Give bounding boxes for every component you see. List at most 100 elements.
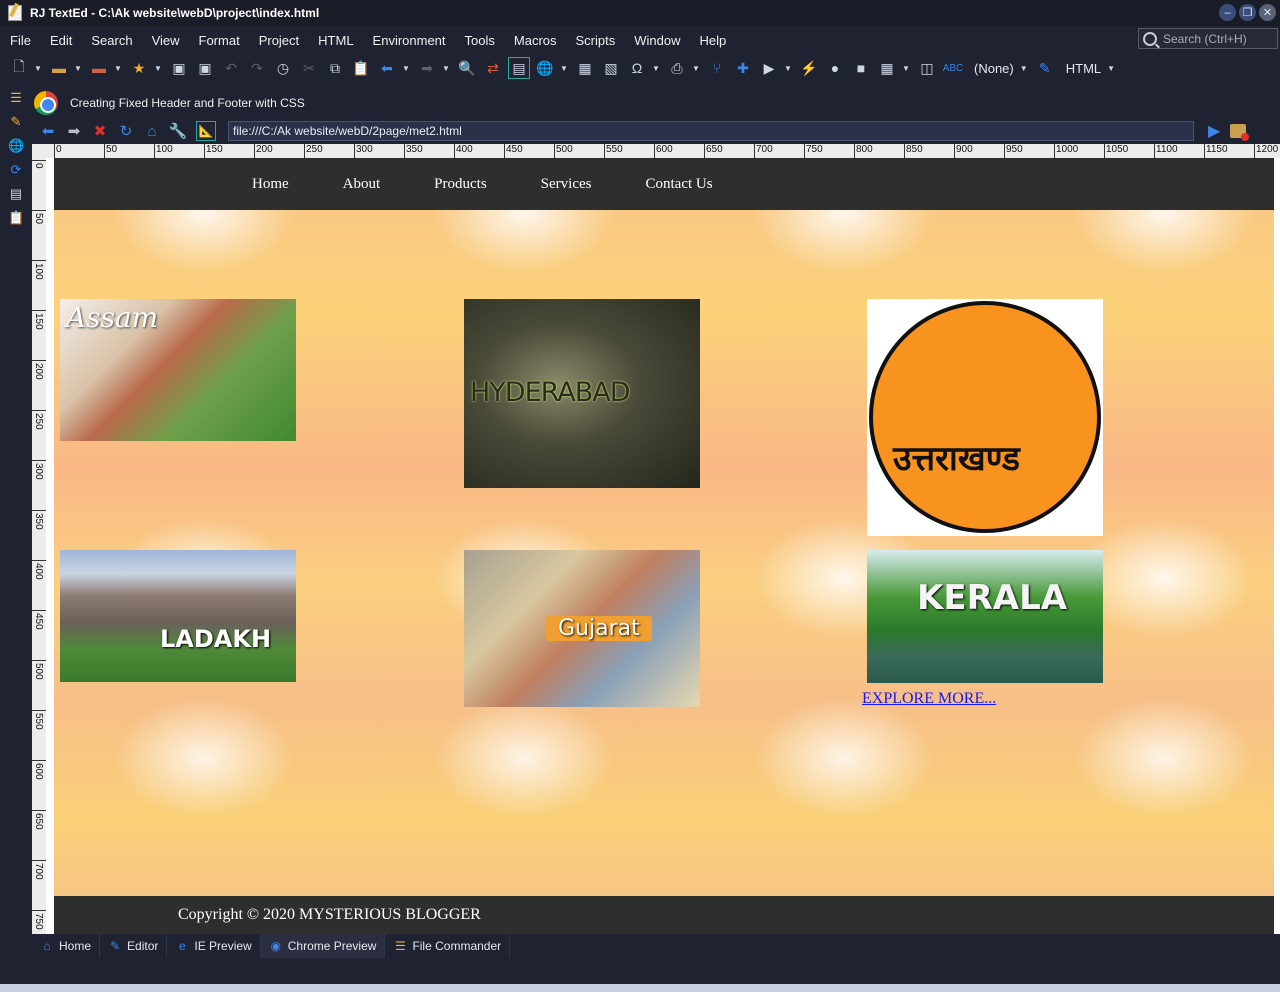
language-select[interactable]: HTML <box>1066 61 1101 76</box>
menu-macros[interactable]: Macros <box>514 33 557 48</box>
close-button[interactable]: ✕ <box>1259 4 1276 21</box>
forward-dropdown-icon[interactable]: ▼ <box>442 57 450 79</box>
ruler-toggle-icon[interactable]: 📐 <box>196 121 216 141</box>
new-file-icon[interactable]: 🗋 <box>8 57 30 79</box>
menu-window[interactable]: Window <box>634 33 680 48</box>
syntax-select[interactable]: (None) <box>974 61 1014 76</box>
omega-icon[interactable]: Ω <box>626 57 648 79</box>
copy-icon[interactable]: ⧉ <box>324 57 346 79</box>
menu-html[interactable]: HTML <box>318 33 353 48</box>
nav-home[interactable]: Home <box>252 176 289 193</box>
save-icon[interactable]: ▣ <box>168 57 190 79</box>
ruler-tick: 600 <box>654 144 673 158</box>
plugin-icon[interactable]: ✚ <box>732 57 754 79</box>
cut-icon[interactable]: ✂ <box>298 57 320 79</box>
refresh-icon[interactable]: ↻ <box>116 121 136 141</box>
menu-search[interactable]: Search <box>91 33 132 48</box>
web-sidebar-icon[interactable]: 🌐 <box>8 138 24 154</box>
ftp-icon[interactable]: ⟳ <box>8 162 24 178</box>
ruler-tick: 250 <box>32 410 46 450</box>
new-file-dropdown-icon[interactable]: ▼ <box>34 57 42 79</box>
recent-files-icon[interactable]: ▬ <box>88 57 110 79</box>
back-icon[interactable]: ⬅ <box>38 121 58 141</box>
omega-dropdown-icon[interactable]: ▼ <box>652 57 660 79</box>
favorites-dropdown-icon[interactable]: ▼ <box>154 57 162 79</box>
stop-load-icon[interactable]: ✖ <box>90 121 110 141</box>
tile-kerala[interactable]: KERALA <box>867 550 1103 683</box>
menu-format[interactable]: Format <box>199 33 240 48</box>
nav-contact[interactable]: Contact Us <box>646 176 713 193</box>
explore-more-link[interactable]: EXPLORE MORE... <box>862 690 996 708</box>
split-view-icon[interactable]: ◫ <box>916 57 938 79</box>
nav-products[interactable]: Products <box>434 176 487 193</box>
menu-scripts[interactable]: Scripts <box>576 33 616 48</box>
address-input[interactable]: file:///C:/Ak website/webD/2page/met2.ht… <box>228 121 1194 141</box>
tile-assam[interactable]: Assam <box>60 299 296 441</box>
undo-icon[interactable]: ↶ <box>220 57 242 79</box>
menu-help[interactable]: Help <box>700 33 727 48</box>
save-all-icon[interactable]: ▣ <box>194 57 216 79</box>
forward-arrow-icon[interactable]: ➡ <box>416 57 438 79</box>
favorites-icon[interactable]: ★ <box>128 57 150 79</box>
back-dropdown-icon[interactable]: ▼ <box>402 57 410 79</box>
print-icon[interactable]: ⎙ <box>666 57 688 79</box>
app-icon <box>8 5 22 21</box>
restore-button[interactable]: ❐ <box>1239 4 1256 21</box>
minimize-button[interactable]: – <box>1219 4 1236 21</box>
tab-ie-preview[interactable]: e IE Preview <box>167 934 261 958</box>
tile-label-kerala: KERALA <box>917 578 1068 618</box>
run-icon[interactable]: ▶ <box>758 57 780 79</box>
spellcheck-icon[interactable]: ABC <box>942 57 964 79</box>
tab-home[interactable]: ⌂ Home <box>32 934 101 958</box>
layout-icon[interactable]: ▦ <box>876 57 898 79</box>
bookmark-icon[interactable] <box>1230 124 1250 141</box>
color-picker-icon[interactable]: ▧ <box>600 57 622 79</box>
snippet-icon[interactable]: ▦ <box>574 57 596 79</box>
stop-icon[interactable]: ■ <box>850 57 872 79</box>
menu-tools[interactable]: Tools <box>465 33 495 48</box>
web-dropdown-icon[interactable]: ▼ <box>560 57 568 79</box>
web-icon[interactable]: 🌐 <box>534 57 556 79</box>
tools-icon[interactable]: ⑂ <box>706 57 728 79</box>
language-dropdown-icon[interactable]: ▼ <box>1107 57 1115 79</box>
settings-wrench-icon[interactable]: 🔧 <box>168 121 188 141</box>
paste-icon[interactable]: 📋 <box>350 57 372 79</box>
tab-editor[interactable]: ✎ Editor <box>100 934 168 958</box>
nav-about[interactable]: About <box>343 176 381 193</box>
explorer-icon[interactable]: ▤ <box>8 186 24 202</box>
replace-icon[interactable]: ⇄ <box>482 57 504 79</box>
home-icon[interactable]: ⌂ <box>142 121 162 141</box>
tile-uttarakhand[interactable]: उत्तराखण्ड <box>867 299 1103 536</box>
menu-view[interactable]: View <box>152 33 180 48</box>
recent-dropdown-icon[interactable]: ▼ <box>114 57 122 79</box>
tile-hyderabad[interactable]: HYDERABAD <box>464 299 700 488</box>
history-icon[interactable]: ◷ <box>272 57 294 79</box>
outline-icon[interactable]: ☰ <box>8 90 24 106</box>
record-icon[interactable]: ● <box>824 57 846 79</box>
preview-toggle-icon[interactable]: ▤ <box>508 57 530 79</box>
redo-icon[interactable]: ↷ <box>246 57 268 79</box>
back-arrow-icon[interactable]: ⬅ <box>376 57 398 79</box>
layout-dropdown-icon[interactable]: ▼ <box>902 57 910 79</box>
menu-edit[interactable]: Edit <box>50 33 72 48</box>
nav-services[interactable]: Services <box>541 176 592 193</box>
tile-ladakh[interactable]: LADAKH <box>60 550 296 682</box>
menu-environment[interactable]: Environment <box>373 33 446 48</box>
open-dropdown-icon[interactable]: ▼ <box>74 57 82 79</box>
clipboard-icon[interactable]: 📋 <box>8 210 24 226</box>
menu-file[interactable]: File <box>10 33 31 48</box>
forward-icon[interactable]: ➡ <box>64 121 84 141</box>
tab-chrome-preview[interactable]: ◉ Chrome Preview <box>260 934 386 958</box>
tile-gujarat[interactable]: Gujarat <box>464 550 700 707</box>
run-dropdown-icon[interactable]: ▼ <box>784 57 792 79</box>
print-dropdown-icon[interactable]: ▼ <box>692 57 700 79</box>
code-tools-icon[interactable]: ✎ <box>8 114 24 130</box>
syntax-dropdown-icon[interactable]: ▼ <box>1020 57 1028 79</box>
open-folder-icon[interactable]: ▬ <box>48 57 70 79</box>
go-icon[interactable]: ▶ <box>1208 121 1220 141</box>
menu-project[interactable]: Project <box>259 33 299 48</box>
macro-icon[interactable]: ⚡ <box>798 57 820 79</box>
search-input[interactable]: Search (Ctrl+H) <box>1138 28 1278 49</box>
find-icon[interactable]: 🔍 <box>456 57 478 79</box>
tab-file-commander[interactable]: ☰ File Commander <box>385 934 511 958</box>
